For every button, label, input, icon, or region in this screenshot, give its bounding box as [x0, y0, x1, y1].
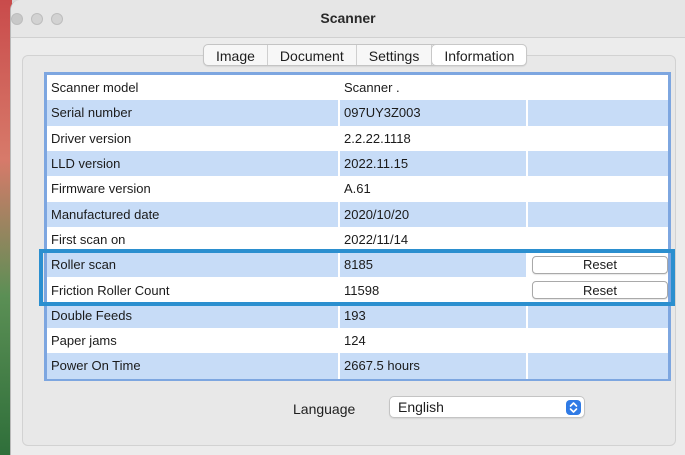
table-row: Power On Time 2667.5 hours [47, 353, 668, 379]
row-value: Scanner . [340, 75, 528, 101]
row-action-cell [528, 353, 668, 379]
row-label: Paper jams [47, 328, 340, 354]
table-row: Firmware version A.61 [47, 176, 668, 202]
scanner-info-table: Scanner model Scanner . Serial number 09… [44, 72, 671, 381]
language-selected-value: English [398, 399, 444, 415]
table-row: Serial number 097UY3Z003 [47, 100, 668, 126]
row-label: Manufactured date [47, 201, 340, 227]
row-action-cell [528, 100, 668, 126]
table-row: Paper jams 124 [47, 328, 668, 354]
row-label: Firmware version [47, 176, 340, 202]
language-select[interactable]: English [389, 396, 585, 418]
row-action-cell: Reset [528, 277, 668, 303]
title-bar: Scanner [11, 0, 685, 38]
tab-image[interactable]: Image [204, 45, 268, 65]
row-value: 124 [340, 328, 528, 354]
row-label: Roller scan [47, 252, 340, 278]
tab-bar: Image Document Settings Information [203, 44, 528, 66]
row-label: Serial number [47, 100, 340, 126]
row-action-cell [528, 328, 668, 354]
tab-settings[interactable]: Settings [357, 45, 433, 65]
row-value: 8185 [340, 252, 528, 278]
language-label: Language [293, 401, 356, 417]
table-row: Double Feeds 193 [47, 302, 668, 328]
reset-friction-roller-button[interactable]: Reset [532, 281, 668, 300]
row-label: Scanner model [47, 75, 340, 101]
row-label: Friction Roller Count [47, 277, 340, 303]
row-action-cell [528, 176, 668, 202]
row-action-cell [528, 226, 668, 253]
table-row: Scanner model Scanner . [47, 75, 668, 101]
table-row: First scan on 2022/11/14 [47, 226, 668, 253]
row-value: 2022/11/14 [340, 226, 528, 253]
table-row: Manufactured date 2020/10/20 [47, 201, 668, 227]
row-value: 097UY3Z003 [340, 100, 528, 126]
row-value: A.61 [340, 176, 528, 202]
row-label: First scan on [47, 226, 340, 253]
scanner-window: Scanner Image Document Settings Informat… [10, 0, 685, 455]
row-action-cell [528, 201, 668, 227]
row-value: 193 [340, 302, 528, 328]
row-label: Driver version [47, 125, 340, 151]
row-value: 2022.11.15 [340, 150, 528, 177]
table-row: Roller scan 8185 Reset [47, 252, 668, 278]
row-value: 2020/10/20 [340, 201, 528, 227]
reset-roller-scan-button[interactable]: Reset [532, 255, 668, 274]
row-label: Double Feeds [47, 302, 340, 328]
tab-information[interactable]: Information [432, 45, 527, 65]
row-action-cell: Reset [528, 252, 668, 278]
tab-document[interactable]: Document [268, 45, 357, 65]
row-action-cell [528, 125, 668, 151]
table-row: Driver version 2.2.22.1118 [47, 125, 668, 151]
row-label: LLD version [47, 150, 340, 177]
table-row: Friction Roller Count 11598 Reset [47, 277, 668, 303]
row-action-cell [528, 302, 668, 328]
row-value: 2667.5 hours [340, 353, 528, 379]
up-down-chevron-icon [566, 400, 581, 415]
window-title: Scanner [320, 10, 376, 26]
table-row: LLD version 2022.11.15 [47, 150, 668, 177]
row-value: 2.2.22.1118 [340, 125, 528, 151]
row-label: Power On Time [47, 353, 340, 379]
row-action-cell [528, 150, 668, 177]
row-action-cell [528, 75, 668, 101]
row-value: 11598 [340, 277, 528, 303]
